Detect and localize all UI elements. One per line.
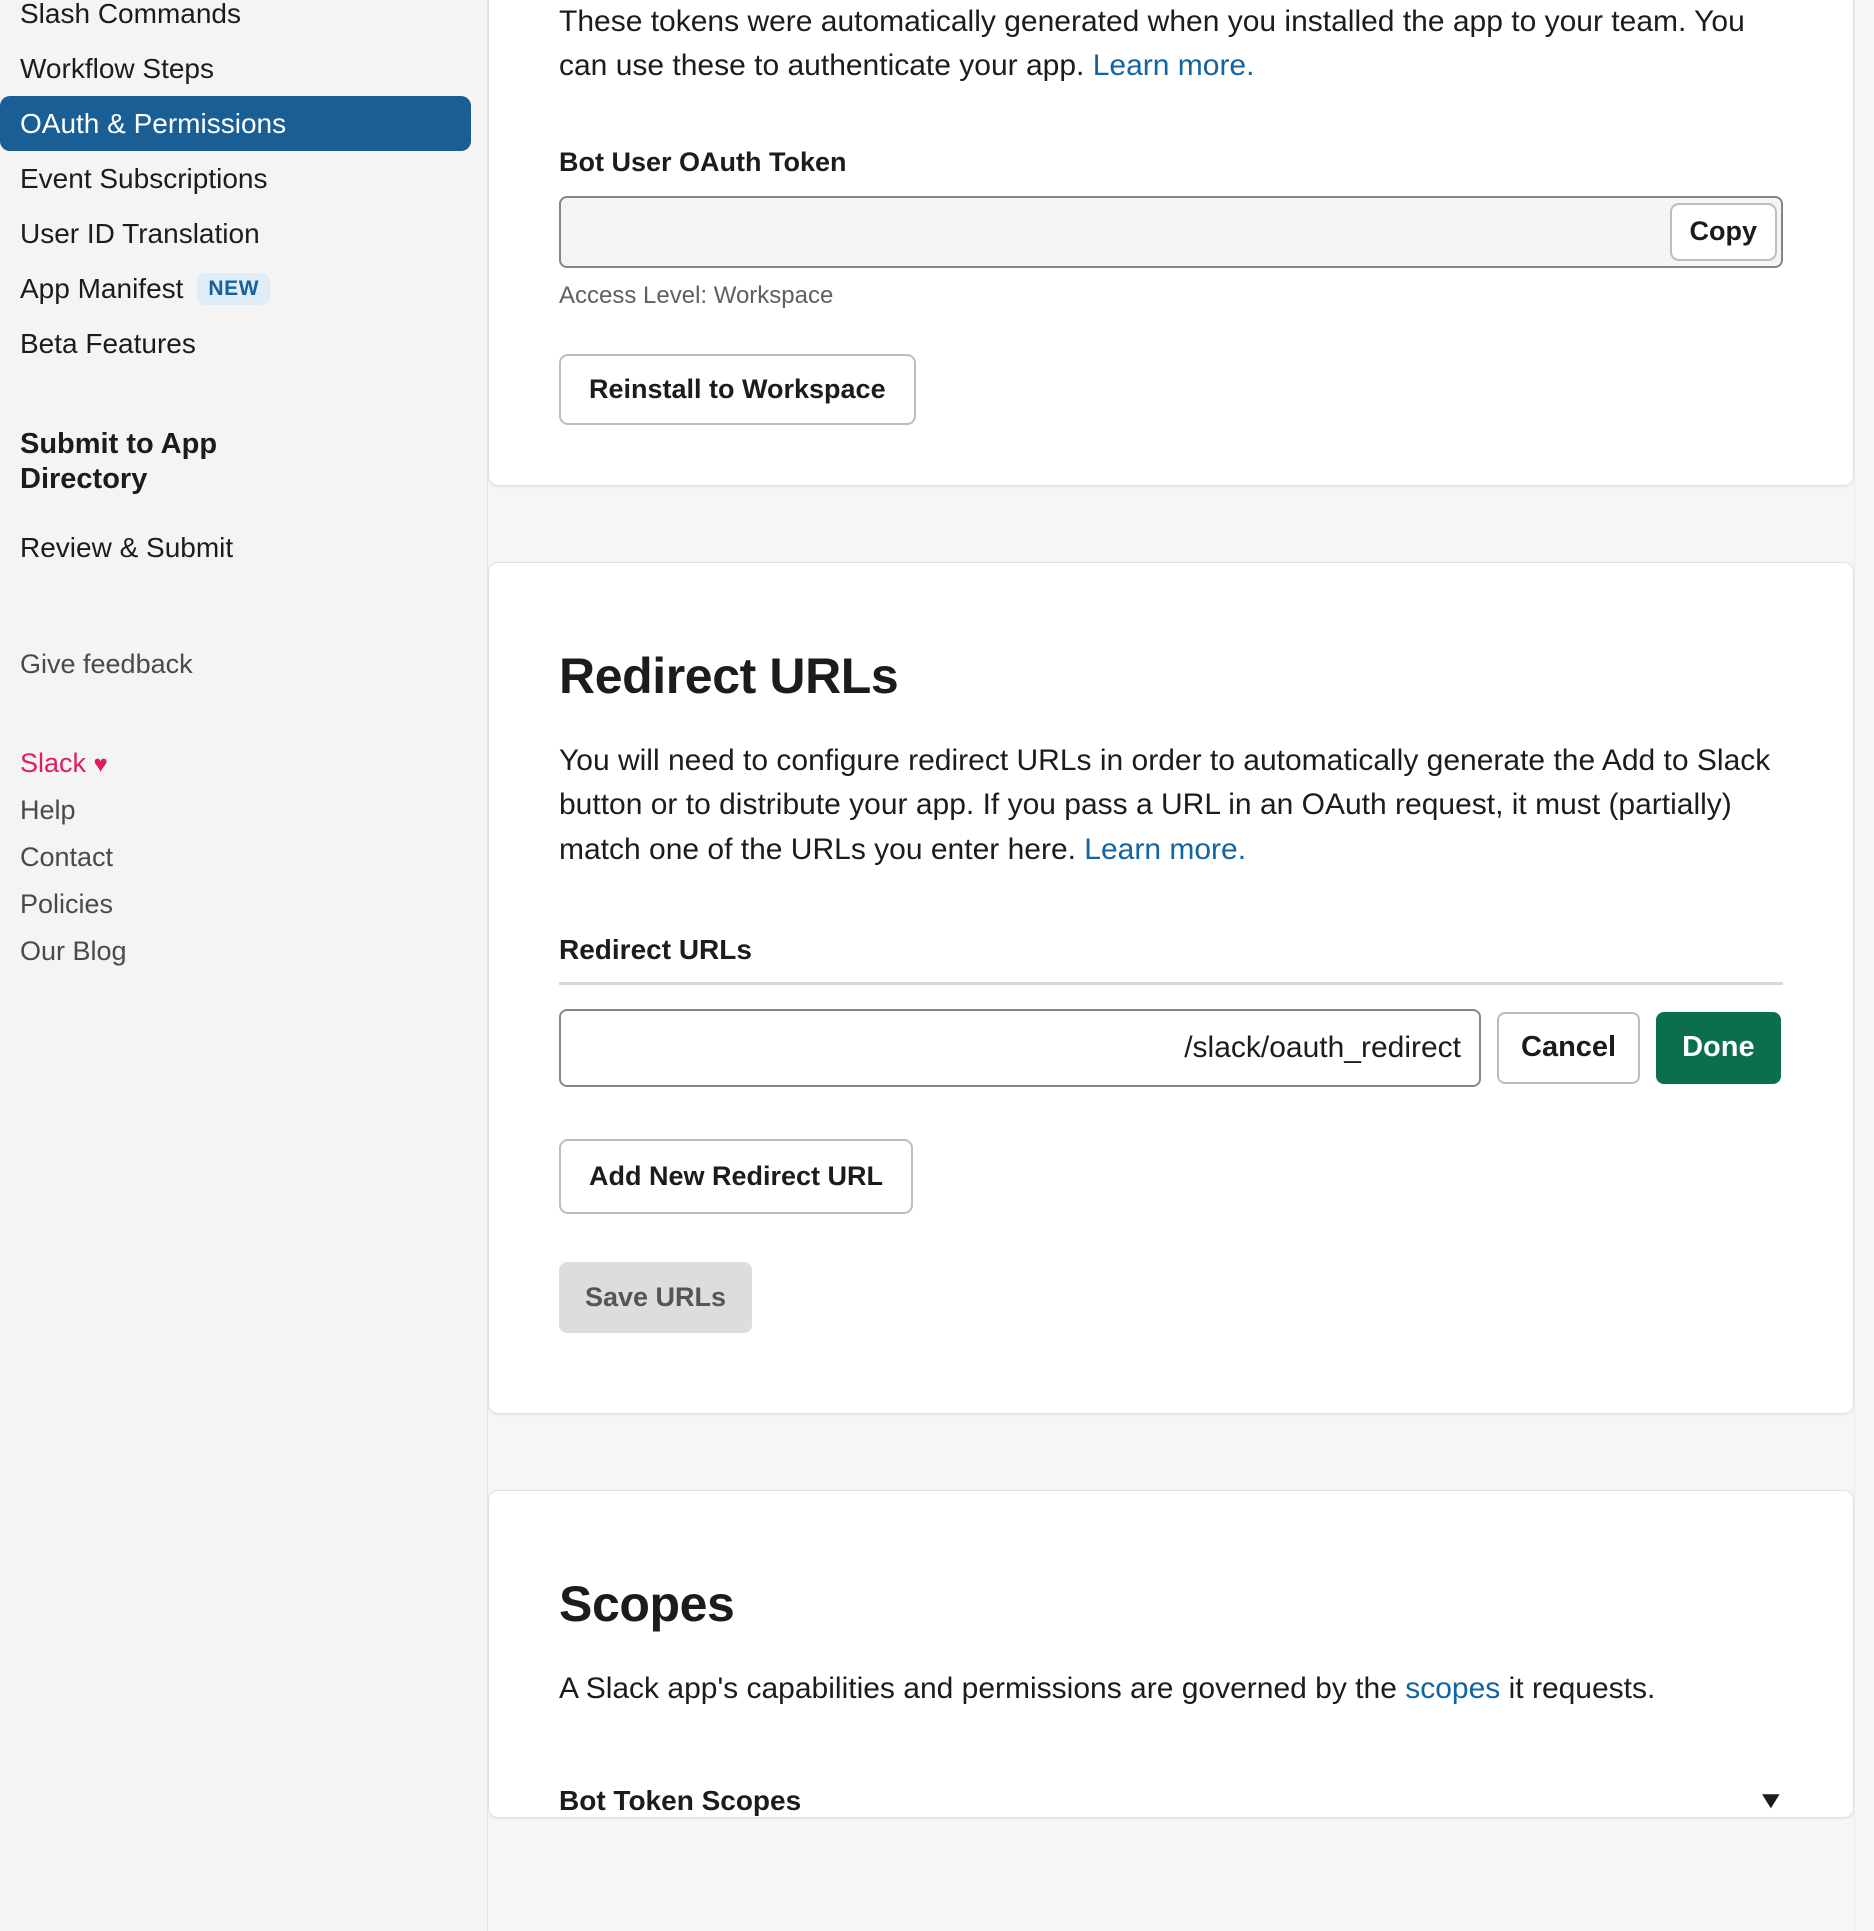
sidebar-section-heading: Submit to App Directory xyxy=(20,428,218,496)
sidebar-item-label: Slash Commands xyxy=(20,0,241,29)
main-content: These tokens were automatically generate… xyxy=(488,0,1874,1931)
tokens-intro-paragraph: These tokens were automatically generate… xyxy=(559,0,1783,89)
footer-link-policies[interactable]: Policies xyxy=(0,881,487,928)
tokens-learn-more-link[interactable]: Learn more. xyxy=(1093,49,1255,82)
sidebar-item-event-subscriptions[interactable]: Event Subscriptions xyxy=(0,151,471,206)
sidebar-item-workflow-steps[interactable]: Workflow Steps xyxy=(0,41,471,96)
footer-link-label: Slack xyxy=(20,747,87,778)
bot-token-scopes-label: Bot Token Scopes xyxy=(559,1785,802,1817)
scopes-description-text-2: it requests. xyxy=(1500,1671,1656,1705)
redirect-url-input[interactable] xyxy=(559,1008,1481,1087)
redirect-urls-divider xyxy=(559,981,1783,985)
bot-token-row: Copy xyxy=(559,195,1783,268)
new-badge: NEW xyxy=(197,272,271,305)
save-urls-wrapper: Save URLs xyxy=(559,1214,1783,1333)
scopes-title: Scopes xyxy=(559,1575,735,1632)
sidebar-sub-list: Review & Submit xyxy=(0,520,487,575)
bot-token-label: Bot User OAuth Token xyxy=(559,146,847,177)
footer-link-slack[interactable]: Slack ♥ xyxy=(0,740,487,787)
scrollbar[interactable] xyxy=(1854,0,1874,1931)
copy-token-button[interactable]: Copy xyxy=(1669,202,1777,261)
scopes-link[interactable]: scopes xyxy=(1405,1672,1500,1705)
done-redirect-url-button[interactable]: Done xyxy=(1656,1011,1781,1084)
sidebar-item-label: App Manifest xyxy=(20,273,184,304)
card-spacer-2 xyxy=(488,1414,1874,1490)
redirect-url-edit-row: Cancel Done xyxy=(559,1008,1783,1087)
sidebar-item-label: User ID Translation xyxy=(20,218,260,249)
add-new-redirect-url-button[interactable]: Add New Redirect URL xyxy=(559,1138,914,1214)
add-redirect-url-wrapper: Add New Redirect URL xyxy=(559,1087,1783,1214)
redirect-urls-description: You will need to configure redirect URLs… xyxy=(559,739,1783,872)
chevron-down-icon[interactable]: ▼ xyxy=(1756,1789,1786,1813)
sidebar-item-label: Beta Features xyxy=(20,328,196,359)
sidebar-item-label: OAuth & Permissions xyxy=(20,108,287,139)
footer-link-contact[interactable]: Contact xyxy=(0,834,487,881)
heart-icon: ♥ xyxy=(93,750,108,778)
bot-token-input[interactable] xyxy=(559,195,1783,268)
redirect-urls-title: Redirect URLs xyxy=(559,647,899,704)
sidebar-item-review-submit[interactable]: Review & Submit xyxy=(0,520,471,575)
oauth-tokens-card: These tokens were automatically generate… xyxy=(488,0,1854,486)
sidebar: Slash Commands Workflow Steps OAuth & Pe… xyxy=(0,0,488,1931)
sidebar-item-beta-features[interactable]: Beta Features xyxy=(0,316,471,371)
sidebar-nav-list: Slash Commands Workflow Steps OAuth & Pe… xyxy=(0,0,487,371)
sidebar-item-label: Workflow Steps xyxy=(20,53,214,84)
reinstall-to-workspace-button[interactable]: Reinstall to Workspace xyxy=(559,353,916,425)
sidebar-item-oauth-permissions[interactable]: OAuth & Permissions xyxy=(0,96,471,151)
sidebar-item-label: Review & Submit xyxy=(20,531,234,563)
app-root: Slash Commands Workflow Steps OAuth & Pe… xyxy=(0,0,1874,1931)
sidebar-item-app-manifest[interactable]: App Manifest NEW xyxy=(0,261,471,316)
footer-link-help[interactable]: Help xyxy=(0,787,487,834)
scopes-card: Scopes A Slack app's capabilities and pe… xyxy=(488,1489,1854,1819)
access-level-text: Access Level: Workspace xyxy=(559,281,834,309)
redirect-urls-sub-label: Redirect URLs xyxy=(559,933,752,965)
cancel-redirect-url-button[interactable]: Cancel xyxy=(1497,1011,1641,1084)
scopes-description: A Slack app's capabilities and permissio… xyxy=(559,1667,1783,1711)
sidebar-item-user-id-translation[interactable]: User ID Translation xyxy=(0,206,471,261)
card-spacer xyxy=(488,486,1874,562)
scopes-description-text-1: A Slack app's capabilities and permissio… xyxy=(559,1671,1406,1705)
sidebar-item-label: Event Subscriptions xyxy=(20,163,268,194)
footer-link-give-feedback[interactable]: Give feedback xyxy=(0,641,487,688)
save-urls-button[interactable]: Save URLs xyxy=(559,1261,753,1333)
redirect-learn-more-link[interactable]: Learn more. xyxy=(1084,833,1246,866)
sidebar-item-slash-commands[interactable]: Slash Commands xyxy=(0,0,471,41)
redirect-urls-card: Redirect URLs You will need to configure… xyxy=(488,561,1854,1414)
sidebar-footer-links: Give feedback Slack ♥ Help Contact Polic… xyxy=(0,641,487,975)
bot-token-scopes-row[interactable]: Bot Token Scopes ▼ xyxy=(559,1785,1786,1817)
footer-link-our-blog[interactable]: Our Blog xyxy=(0,928,487,975)
